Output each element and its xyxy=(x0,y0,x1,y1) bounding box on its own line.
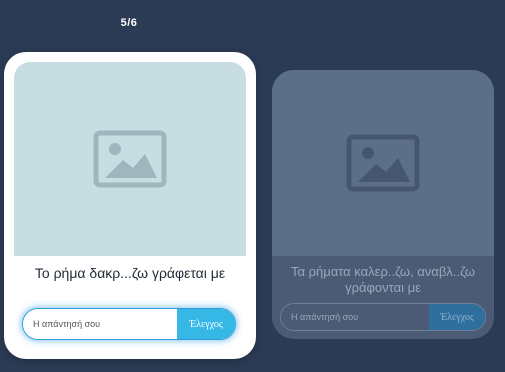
question-text: Τα ρήματα καλερ..ζω, αναβλ..ζω γράφονται… xyxy=(290,264,476,295)
flashcard-current: Το ρήμα δακρ...ζω γράφεται με Έλεγχος xyxy=(4,52,256,359)
card-image xyxy=(14,62,246,256)
flashcard-next: Τα ρήματα καλερ..ζω, αναβλ..ζω γράφονται… xyxy=(272,70,494,339)
check-button[interactable]: Έλεγχος xyxy=(177,309,235,339)
check-button[interactable]: Έλεγχος xyxy=(429,304,485,330)
card-image xyxy=(272,70,494,256)
progress-indicator: 5/6 xyxy=(120,17,138,29)
answer-input[interactable] xyxy=(281,304,429,330)
question-text: Το ρήμα δακρ...ζω γράφεται με xyxy=(34,265,226,281)
answer-input[interactable] xyxy=(23,309,177,339)
answer-form: Έλεγχος xyxy=(280,303,486,331)
image-placeholder-icon xyxy=(346,134,420,192)
image-placeholder-icon xyxy=(93,130,167,188)
answer-form: Έλεγχος xyxy=(22,308,236,340)
